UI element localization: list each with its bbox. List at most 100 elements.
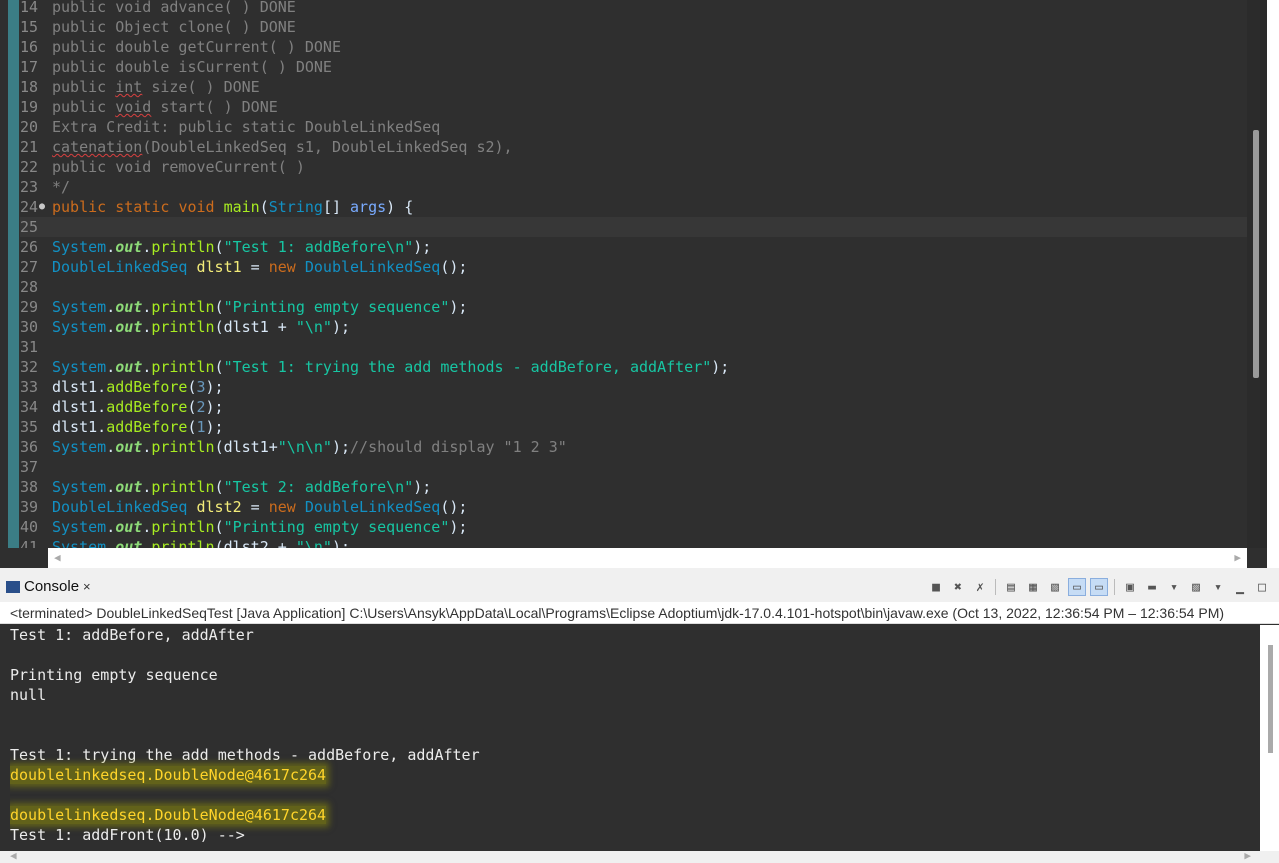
code-line[interactable]: 38 System.out.println("Test 2: addBefore\…: [20, 477, 1247, 497]
line-number: 21: [20, 138, 39, 156]
code-line[interactable]: 26 System.out.println("Test 1: addBefore\…: [20, 237, 1247, 257]
line-number: 20: [20, 118, 39, 136]
code-line[interactable]: 25: [20, 217, 1247, 237]
code-token: "\n": [295, 538, 332, 548]
code-token: public: [52, 78, 116, 96]
line-number: 15: [20, 18, 39, 36]
toolbar-separator: [1114, 579, 1115, 595]
word-wrap-icon[interactable]: ▦: [1024, 578, 1042, 596]
line-number: 36: [20, 438, 39, 456]
console-output[interactable]: Test 1: addBefore, addAfter Printing empt…: [10, 625, 1258, 849]
remove-launch-icon[interactable]: ✖: [949, 578, 967, 596]
code-token: */: [52, 178, 71, 196]
remove-all-terminated-icon[interactable]: ✗: [971, 578, 989, 596]
code-line[interactable]: 19 public void start( ) DONE: [20, 97, 1247, 117]
scroll-left-icon[interactable]: ◀: [10, 849, 17, 862]
console-toolbar: ■ ✖ ✗ ▤ ▦ ▧ ▭ ▭ ▣ ▬ ▾ ▨ ▾ ▁ □: [927, 576, 1271, 598]
scroll-lock-icon[interactable]: ▤: [1002, 578, 1020, 596]
code-line[interactable]: 20 Extra Credit: public static DoubleLink…: [20, 117, 1247, 137]
code-line[interactable]: 35 dlst1.addBefore(1);: [20, 417, 1247, 437]
console-status-line: <terminated> DoubleLinkedSeqTest [Java A…: [0, 602, 1279, 624]
code-token: .: [106, 438, 116, 456]
code-line[interactable]: 40 System.out.println("Printing empty seq…: [20, 517, 1247, 537]
output-text: Test 1: addFront(10.0) -->: [10, 826, 245, 844]
pin-console-icon[interactable]: ▧: [1046, 578, 1064, 596]
console-view: Console × ■ ✖ ✗ ▤ ▦ ▧ ▭ ▭ ▣ ▬ ▾ ▨ ▾ ▁ □ <…: [0, 568, 1279, 863]
code-token: .: [106, 298, 116, 316]
tab-console[interactable]: Console ×: [6, 578, 91, 600]
terminate-icon[interactable]: ■: [927, 578, 945, 596]
code-line[interactable]: 18 public int size( ) DONE: [20, 77, 1247, 97]
code-token: "\n\n": [277, 438, 332, 456]
code-line[interactable]: 21 catenation(DoubleLinkedSeq s1, DoubleL…: [20, 137, 1247, 157]
maximize-icon[interactable]: □: [1253, 578, 1271, 596]
scroll-right-icon[interactable]: ▶: [1244, 849, 1251, 862]
line-number: 24: [20, 198, 39, 216]
code-line[interactable]: 27 DoubleLinkedSeq dlst1 = new DoubleLink…: [20, 257, 1247, 277]
console-horizontal-scrollbar[interactable]: ◀ ▶: [0, 849, 1279, 863]
code-line[interactable]: 28: [20, 277, 1247, 297]
console-scroll-thumb[interactable]: [1268, 645, 1273, 753]
code-line[interactable]: 39 DoubleLinkedSeq dlst2 = new DoubleLink…: [20, 497, 1247, 517]
code-line[interactable]: 31: [20, 337, 1247, 357]
code-line[interactable]: 29 System.out.println("Printing empty seq…: [20, 297, 1247, 317]
code-line[interactable]: 32 System.out.println("Test 1: trying the…: [20, 357, 1247, 377]
code-line[interactable]: 37: [20, 457, 1247, 477]
console-vertical-scrollbar[interactable]: [1260, 625, 1279, 851]
code-token: addBefore: [106, 418, 188, 436]
new-console-icon[interactable]: ▨: [1187, 578, 1205, 596]
close-icon[interactable]: ×: [83, 579, 91, 594]
code-line[interactable]: 17 public double isCurrent( ) DONE: [20, 57, 1247, 77]
minimize-icon[interactable]: ▁: [1231, 578, 1249, 596]
code-line[interactable]: 22 public void removeCurrent( ): [20, 157, 1247, 177]
editor-scroll-thumb[interactable]: [1253, 130, 1259, 378]
editor-vertical-scrollbar[interactable]: [1247, 0, 1267, 548]
code-line[interactable]: 41 System.out.println(dlst2 + "\n");: [20, 537, 1247, 548]
code-token: println: [151, 298, 215, 316]
code-token: public: [52, 198, 107, 216]
code-token: 1: [196, 418, 206, 436]
console-output-line: doublelinkedseq.DoubleNode@4617c264: [10, 805, 1258, 825]
code-editor[interactable]: 14 public void advance( ) DONE 15 public Ob…: [0, 0, 1279, 568]
code-token: ();: [440, 258, 468, 276]
show-on-stderr-icon[interactable]: ▭: [1090, 578, 1108, 596]
scroll-left-icon[interactable]: ◀: [54, 551, 61, 564]
toolbar-separator: [995, 579, 996, 595]
line-number: 38: [20, 478, 39, 496]
code-line[interactable]: 36 System.out.println(dlst1+"\n\n");//sho…: [20, 437, 1247, 457]
code-token: .: [142, 538, 152, 548]
dropdown-icon[interactable]: ▾: [1209, 578, 1227, 596]
line-number: 26: [20, 238, 39, 256]
console-output-line: Test 1: addFront(10.0) -->: [10, 825, 1258, 845]
console-output-line: Test 1: addBefore, addAfter: [10, 625, 1258, 645]
code-line[interactable]: 14 public void advance( ) DONE: [20, 0, 1247, 17]
code-line[interactable]: 24 ● public static void main(String[] args…: [20, 197, 1247, 217]
code-line[interactable]: 15 public Object clone( ) DONE: [20, 17, 1247, 37]
show-on-stdout-icon[interactable]: ▭: [1068, 578, 1086, 596]
scroll-right-icon[interactable]: ▶: [1234, 551, 1241, 564]
dropdown-icon[interactable]: ▾: [1165, 578, 1183, 596]
line-number: 27: [20, 258, 39, 276]
editor-horizontal-scrollbar[interactable]: ◀ ▶: [48, 548, 1247, 568]
code-token: (: [187, 378, 197, 396]
tab-console-label: Console: [24, 578, 80, 595]
code-token: =: [241, 498, 269, 516]
code-line[interactable]: 16 public double getCurrent( ) DONE: [20, 37, 1247, 57]
code-line[interactable]: 30 System.out.println(dlst1 + "\n");: [20, 317, 1247, 337]
display-console-icon[interactable]: ▬: [1143, 578, 1161, 596]
code-line[interactable]: 33 dlst1.addBefore(3);: [20, 377, 1247, 397]
open-console-icon[interactable]: ▣: [1121, 578, 1139, 596]
code-lines[interactable]: 14 public void advance( ) DONE 15 public Ob…: [20, 0, 1247, 548]
line-number: 30: [20, 318, 39, 336]
fold-marker-icon[interactable]: ●: [39, 197, 45, 217]
code-token: "Test 1: addBefore\n": [223, 238, 414, 256]
console-output-line: Printing empty sequence: [10, 665, 1258, 685]
code-token: System: [52, 298, 107, 316]
code-line[interactable]: 23 */: [20, 177, 1247, 197]
code-token: .: [106, 238, 116, 256]
code-line[interactable]: 34 dlst1.addBefore(2);: [20, 397, 1247, 417]
code-token: public void removeCurrent( ): [52, 158, 305, 176]
line-number: 41: [20, 538, 39, 548]
code-token: static: [115, 198, 170, 216]
